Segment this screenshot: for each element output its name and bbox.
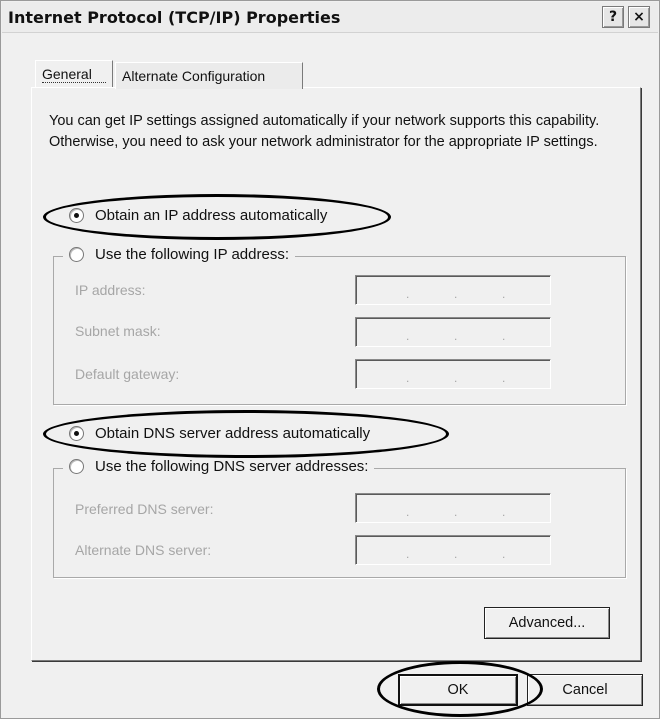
advanced-button[interactable]: Advanced... <box>484 607 610 639</box>
ok-button[interactable]: OK <box>398 674 518 706</box>
radio-obtain-ip-auto-label: Obtain an IP address automatically <box>95 207 328 224</box>
alternate-dns-label: Alternate DNS server: <box>75 542 212 558</box>
ip-address-field[interactable]: . . . <box>355 275 551 305</box>
ip-address-label: IP address: <box>75 282 146 298</box>
default-gateway-field[interactable]: . . . <box>355 359 551 389</box>
radio-obtain-dns-auto[interactable]: Obtain DNS server address automatically <box>69 425 370 442</box>
tab-alternate-configuration[interactable]: Alternate Configuration <box>115 62 303 89</box>
help-button[interactable]: ? <box>602 6 624 28</box>
window-title: Internet Protocol (TCP/IP) Properties <box>8 8 341 27</box>
preferred-dns-label: Preferred DNS server: <box>75 501 214 517</box>
title-bar[interactable]: Internet Protocol (TCP/IP) Properties ? … <box>2 2 658 33</box>
preferred-dns-field[interactable]: . . . <box>355 493 551 523</box>
radio-indicator-checked[interactable] <box>69 426 84 441</box>
radio-use-following-ip[interactable]: Use the following IP address: <box>63 246 295 263</box>
radio-indicator[interactable] <box>69 459 84 474</box>
intro-text: You can get IP settings assigned automat… <box>49 113 600 150</box>
cancel-button[interactable]: Cancel <box>527 674 643 706</box>
help-icon: ? <box>608 9 618 25</box>
radio-obtain-ip-auto[interactable]: Obtain an IP address automatically <box>69 207 327 224</box>
tab-general[interactable]: General <box>35 60 113 87</box>
subnet-mask-label: Subnet mask: <box>75 323 161 339</box>
radio-use-following-dns-label: Use the following DNS server addresses: <box>95 458 369 475</box>
radio-indicator-checked[interactable] <box>69 208 84 223</box>
tcpip-properties-dialog: Internet Protocol (TCP/IP) Properties ? … <box>0 0 660 719</box>
radio-obtain-dns-auto-label: Obtain DNS server address automatically <box>95 425 371 442</box>
radio-indicator[interactable] <box>69 247 84 262</box>
subnet-mask-field[interactable]: . . . <box>355 317 551 347</box>
close-button[interactable]: × <box>628 6 650 28</box>
default-gateway-label: Default gateway: <box>75 366 180 382</box>
radio-use-following-ip-label: Use the following IP address: <box>95 246 289 263</box>
close-icon: × <box>633 9 645 25</box>
radio-use-following-dns[interactable]: Use the following DNS server addresses: <box>63 458 375 475</box>
alternate-dns-field[interactable]: . . . <box>355 535 551 565</box>
